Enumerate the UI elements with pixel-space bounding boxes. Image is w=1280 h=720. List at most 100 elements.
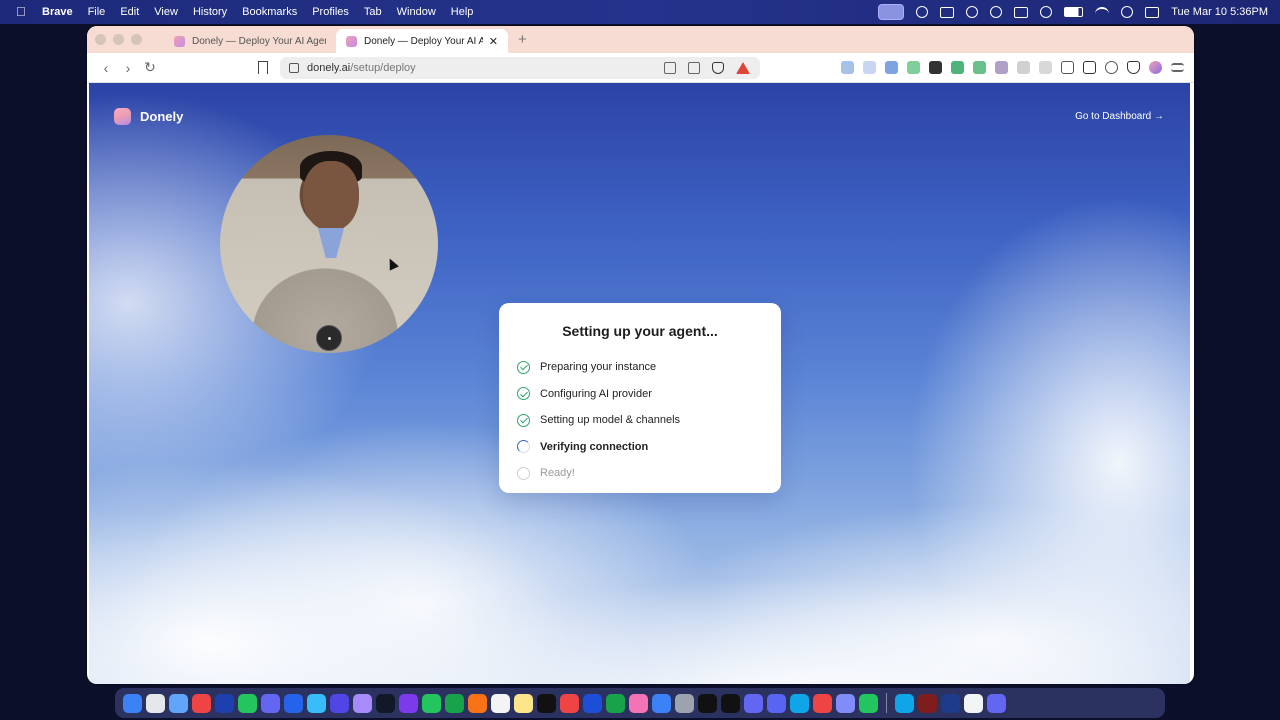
bookmark-icon[interactable]: [258, 61, 268, 74]
go-to-dashboard-link[interactable]: Go to Dashboard →: [1075, 111, 1164, 122]
apple-menu-icon[interactable]: : [16, 5, 28, 19]
wallet-icon[interactable]: [1083, 61, 1096, 74]
dock-app-icon[interactable]: [468, 693, 487, 713]
menu-hamburger-icon[interactable]: [1171, 63, 1184, 72]
forward-button[interactable]: ›: [117, 60, 139, 76]
dock-app-icon[interactable]: [537, 693, 556, 713]
brand[interactable]: Donely: [114, 108, 183, 125]
dock-app-icon[interactable]: [652, 693, 671, 713]
menu-view[interactable]: View: [154, 6, 178, 18]
control-center-icon[interactable]: [1145, 6, 1160, 18]
wifi-icon[interactable]: [1095, 7, 1110, 17]
extension-icon[interactable]: [951, 61, 964, 74]
messages-icon[interactable]: [1014, 6, 1029, 18]
share-icon[interactable]: [688, 62, 700, 74]
dock-app-icon[interactable]: [721, 693, 740, 713]
dock-app-icon[interactable]: [422, 693, 441, 713]
tab-inactive[interactable]: Donely — Deploy Your AI Agent: [164, 29, 336, 53]
dock-app-icon[interactable]: [238, 693, 257, 713]
menu-tab[interactable]: Tab: [364, 6, 382, 18]
screen-recording-icon[interactable]: [878, 4, 905, 20]
dock-app-icon[interactable]: [675, 693, 694, 713]
dock-app-icon[interactable]: [895, 693, 914, 713]
dock-separator: [886, 693, 887, 713]
address-bar[interactable]: donely.ai/setup/deploy: [280, 57, 760, 79]
dock-app-icon[interactable]: [353, 693, 372, 713]
dock-app-icon[interactable]: [445, 693, 464, 713]
reload-button[interactable]: ↻: [139, 59, 161, 76]
vpn-shield-icon[interactable]: [1127, 61, 1140, 74]
sync-icon[interactable]: [916, 6, 929, 18]
dock-app-icon[interactable]: [859, 693, 878, 713]
extension-icon[interactable]: [973, 61, 986, 74]
dock-app-icon[interactable]: [399, 693, 418, 713]
dock-app-icon[interactable]: [744, 693, 763, 713]
spotlight-search-icon[interactable]: [1121, 6, 1134, 18]
new-tab-button[interactable]: +: [518, 31, 527, 48]
dock-app-icon[interactable]: [376, 693, 395, 713]
dock-app-icon[interactable]: [192, 693, 211, 713]
dock-app-icon[interactable]: [146, 693, 165, 713]
extension-icon[interactable]: [863, 61, 876, 74]
cast-icon[interactable]: [664, 62, 676, 74]
dock-app-icon[interactable]: [261, 693, 280, 713]
dock-app-icon[interactable]: [284, 693, 303, 713]
dock-app-icon[interactable]: [918, 693, 937, 713]
dock-app-icon[interactable]: [629, 693, 648, 713]
dock-app-icon[interactable]: [767, 693, 786, 713]
dock-app-icon[interactable]: [169, 693, 188, 713]
dock-app-icon[interactable]: [583, 693, 602, 713]
x-twitter-icon[interactable]: [929, 61, 942, 74]
menu-app-name[interactable]: Brave: [42, 6, 73, 18]
extensions-puzzle-icon[interactable]: [1017, 61, 1030, 74]
step-label: Preparing your instance: [540, 361, 657, 374]
battery-icon[interactable]: [1064, 7, 1084, 17]
site-settings-icon[interactable]: [289, 63, 299, 73]
menu-history[interactable]: History: [193, 6, 227, 18]
dock-app-icon[interactable]: [698, 693, 717, 713]
sidebar-toggle-icon[interactable]: [1061, 61, 1074, 74]
menu-file[interactable]: File: [88, 6, 106, 18]
extension-icon[interactable]: [907, 61, 920, 74]
close-window-button[interactable]: [95, 34, 106, 45]
cloud-icon[interactable]: [990, 6, 1003, 18]
dock-app-icon[interactable]: [215, 693, 234, 713]
warning-icon[interactable]: [966, 6, 979, 18]
minimize-window-button[interactable]: [113, 34, 124, 45]
extension-icon[interactable]: [995, 61, 1008, 74]
menu-help[interactable]: Help: [451, 6, 474, 18]
play-icon[interactable]: [1040, 6, 1053, 18]
dock-app-icon[interactable]: [491, 693, 510, 713]
dock-app-icon[interactable]: [987, 693, 1006, 713]
dock-app-icon[interactable]: [813, 693, 832, 713]
menu-edit[interactable]: Edit: [120, 6, 139, 18]
dock-app-icon[interactable]: [514, 693, 533, 713]
brave-shields-icon[interactable]: [712, 62, 724, 74]
menu-window[interactable]: Window: [397, 6, 436, 18]
zoom-window-button[interactable]: [131, 34, 142, 45]
profile-avatar[interactable]: [1149, 61, 1162, 74]
dock-app-icon[interactable]: [123, 693, 142, 713]
webcam-record-button[interactable]: [316, 325, 342, 351]
menu-bookmarks[interactable]: Bookmarks: [242, 6, 297, 18]
dock-app-icon[interactable]: [606, 693, 625, 713]
tab-active[interactable]: Donely — Deploy Your AI Agent ✕: [336, 29, 508, 53]
dock-app-icon[interactable]: [560, 693, 579, 713]
menu-profiles[interactable]: Profiles: [312, 6, 349, 18]
back-button[interactable]: ‹: [95, 60, 117, 76]
webcam-overlay[interactable]: [220, 135, 438, 353]
dock-app-icon[interactable]: [307, 693, 326, 713]
extension-icon[interactable]: [885, 61, 898, 74]
leo-ai-icon[interactable]: [1105, 61, 1118, 74]
extension-icon[interactable]: [1039, 61, 1052, 74]
dock-app-icon[interactable]: [964, 693, 983, 713]
close-tab-icon[interactable]: ✕: [489, 35, 498, 48]
brave-rewards-icon[interactable]: [736, 62, 750, 74]
menubar-clock[interactable]: Tue Mar 10 5:36PM: [1171, 6, 1268, 18]
keyboard-icon[interactable]: [940, 6, 955, 18]
extension-icon[interactable]: [841, 61, 854, 74]
dock-app-icon[interactable]: [941, 693, 960, 713]
dock-app-icon[interactable]: [790, 693, 809, 713]
dock-app-icon[interactable]: [330, 693, 349, 713]
dock-app-icon[interactable]: [836, 693, 855, 713]
